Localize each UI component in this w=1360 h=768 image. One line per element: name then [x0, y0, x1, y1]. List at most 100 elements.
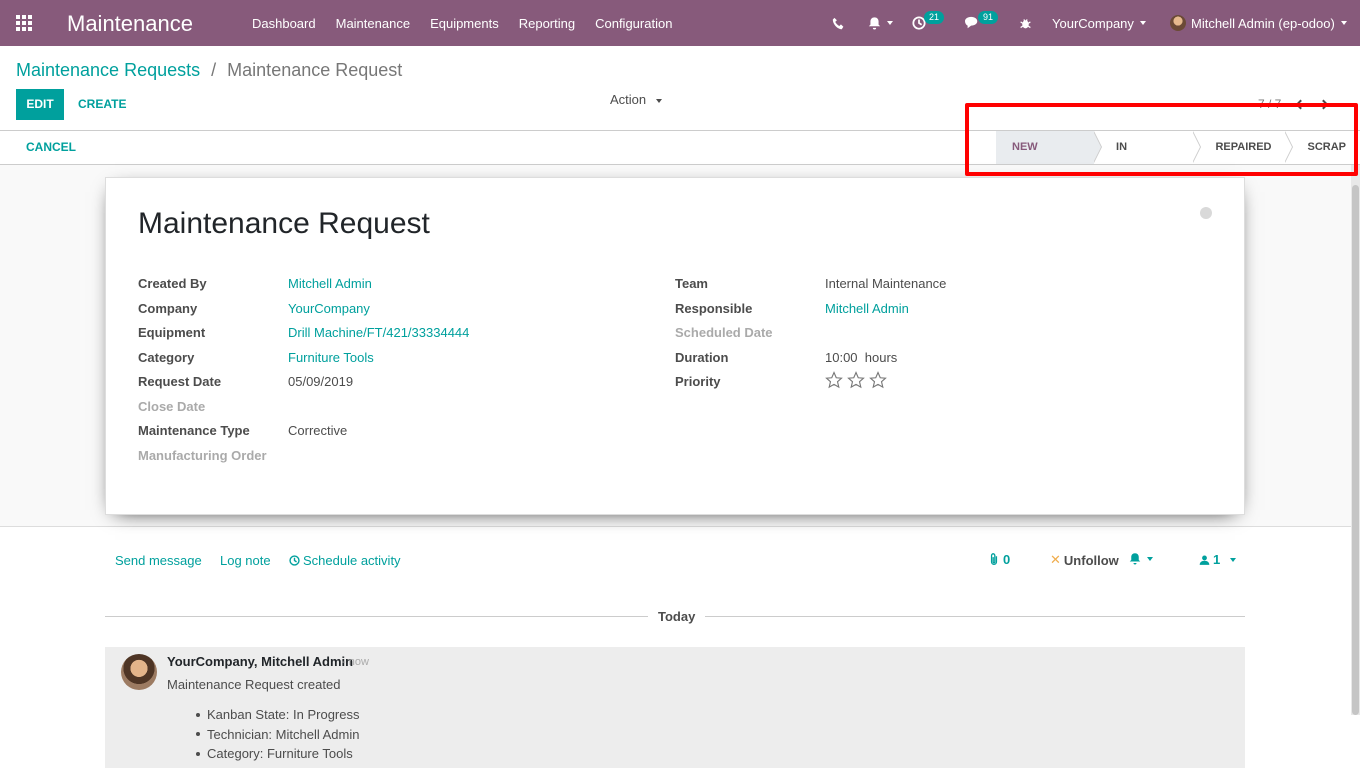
paperclip-icon — [990, 553, 998, 566]
equipment-value[interactable]: Drill Machine/FT/421/33334444 — [288, 325, 469, 340]
activity-count-badge: 21 — [924, 10, 945, 24]
responsible-value[interactable]: Mitchell Admin — [825, 301, 909, 316]
tracking-values-list: Kanban State: In Progress Technician: Mi… — [196, 705, 359, 764]
message-author[interactable]: YourCompany, Mitchell Admin — [167, 654, 353, 669]
close-date-label: Close Date — [138, 399, 206, 414]
scrollbar-thumb[interactable] — [1352, 185, 1359, 715]
team-value: Internal Maintenance — [825, 276, 947, 291]
messages-count-badge: 91 — [978, 10, 999, 24]
duration-value: 10:00 hours — [825, 350, 898, 365]
request-date-label: Request Date — [138, 374, 222, 389]
user-menu[interactable]: Mitchell Admin (ep-odoo) — [1170, 0, 1347, 46]
chevron-down-icon — [1340, 21, 1347, 25]
cancel-button[interactable]: CANCEL — [26, 140, 76, 154]
equipment-label: Equipment — [138, 325, 206, 340]
chevron-left-icon[interactable] — [1295, 99, 1306, 109]
avatar — [1170, 15, 1186, 31]
schedule-activity-button[interactable]: Schedule activity — [289, 553, 401, 568]
date-separator-label: Today — [648, 609, 706, 624]
attachments-count: 0 — [1003, 552, 1011, 567]
close-icon: ✕ — [1050, 552, 1061, 567]
company-label: Company — [138, 301, 198, 316]
debug-bug-icon[interactable] — [1019, 0, 1032, 46]
stage-scrap[interactable]: SCRAP — [1285, 131, 1360, 164]
action-label: Action — [610, 92, 647, 107]
category-label: Category — [138, 350, 195, 365]
user-icon — [1199, 555, 1210, 565]
attachments-button[interactable]: 0 — [989, 552, 1010, 567]
subscription-bell[interactable] — [1129, 552, 1153, 565]
menu-item-dashboard[interactable]: Dashboard — [252, 16, 316, 31]
followers-count: 1 — [1213, 552, 1221, 567]
company-name: YourCompany — [1052, 15, 1134, 31]
activity-menu[interactable]: 21 — [912, 0, 945, 46]
menu-item-reporting[interactable]: Reporting — [519, 16, 575, 31]
pager-value[interactable]: 7 / 7 — [1258, 97, 1281, 111]
apps-menu-icon[interactable] — [16, 15, 34, 31]
pager: 7 / 7 — [1258, 97, 1329, 111]
send-message-button[interactable]: Send message — [115, 553, 202, 568]
priority-widget — [825, 371, 891, 389]
unfollow-button[interactable]: ✕ Unfollow — [1050, 552, 1119, 568]
scheduled-date-label: Scheduled Date — [675, 325, 773, 340]
edit-button[interactable]: EDIT — [16, 89, 64, 120]
breadcrumb-separator: / — [211, 60, 217, 80]
list-item: Kanban State: In Progress — [196, 705, 359, 725]
form-title: Maintenance Request — [138, 207, 430, 240]
maintenance-type-value: Corrective — [288, 423, 348, 438]
create-button[interactable]: CREATE — [78, 89, 126, 120]
followers-button[interactable]: 1 — [1199, 552, 1237, 567]
manufacturing-order-label: Manufacturing Order — [138, 448, 267, 463]
chevron-right-icon[interactable] — [1318, 99, 1329, 109]
list-item: Category: Furniture Tools — [196, 744, 359, 764]
unfollow-label: Unfollow — [1063, 552, 1119, 568]
avatar[interactable] — [121, 654, 157, 690]
stage-new-request[interactable]: NEW REQUEST — [996, 131, 1103, 186]
phone-icon[interactable] — [832, 0, 845, 46]
created-by-label: Created By — [138, 276, 207, 291]
list-item: Technician: Mitchell Admin — [196, 725, 359, 745]
star-icon[interactable] — [847, 371, 865, 389]
action-dropdown[interactable]: Action — [610, 92, 662, 107]
notification-bell-icon[interactable] — [868, 0, 893, 46]
message-body: Maintenance Request created — [167, 677, 341, 692]
company-switcher[interactable]: YourCompany — [1052, 0, 1146, 46]
user-name: Mitchell Admin (ep-odoo) — [1191, 15, 1335, 31]
chevron-down-icon — [1147, 556, 1153, 561]
menu-item-configuration[interactable]: Configuration — [595, 16, 672, 31]
star-icon[interactable] — [869, 371, 887, 389]
messaging-menu[interactable]: 91 — [964, 0, 999, 46]
message-time: - now — [342, 656, 369, 668]
clock-icon — [289, 555, 300, 566]
log-note-button[interactable]: Log note — [220, 553, 271, 568]
main-menu: Dashboard Maintenance Equipments Reporti… — [252, 16, 692, 31]
company-value[interactable]: YourCompany — [288, 301, 370, 316]
request-date-value: 05/09/2019 — [288, 374, 354, 389]
bell-icon — [1129, 553, 1141, 565]
priority-label: Priority — [675, 374, 721, 389]
created-by-value[interactable]: Mitchell Admin — [288, 276, 372, 291]
schedule-activity-label: Schedule activity — [303, 553, 401, 568]
chevron-down-icon — [1139, 21, 1146, 25]
chevron-down-icon — [887, 21, 893, 25]
kanban-state-icon[interactable] — [1200, 207, 1212, 219]
maintenance-type-label: Maintenance Type — [138, 423, 250, 438]
top-navbar: Maintenance Dashboard Maintenance Equipm… — [0, 0, 1360, 46]
category-value[interactable]: Furniture Tools — [288, 350, 374, 365]
breadcrumb: Maintenance Requests / Maintenance Reque… — [16, 60, 402, 81]
app-brand[interactable]: Maintenance — [67, 11, 193, 37]
status-bar: CANCEL NEW REQUEST IN PROGRESS REPAIRED … — [0, 130, 1360, 186]
menu-item-equipments[interactable]: Equipments — [430, 16, 499, 31]
stage-repaired[interactable]: REPAIRED — [1193, 131, 1294, 164]
menu-item-maintenance[interactable]: Maintenance — [336, 16, 410, 31]
star-icon[interactable] — [825, 371, 843, 389]
team-label: Team — [675, 276, 708, 291]
breadcrumb-current: Maintenance Request — [227, 60, 403, 80]
stage-in-progress[interactable]: IN PROGRESS — [1094, 131, 1202, 186]
duration-label: Duration — [675, 350, 729, 365]
stage-pipeline: NEW REQUEST IN PROGRESS REPAIRED SCRAP — [996, 131, 1360, 186]
breadcrumb-parent[interactable]: Maintenance Requests — [16, 60, 200, 80]
chevron-down-icon — [655, 98, 662, 103]
responsible-label: Responsible — [675, 301, 753, 316]
chevron-down-icon — [1230, 557, 1237, 562]
